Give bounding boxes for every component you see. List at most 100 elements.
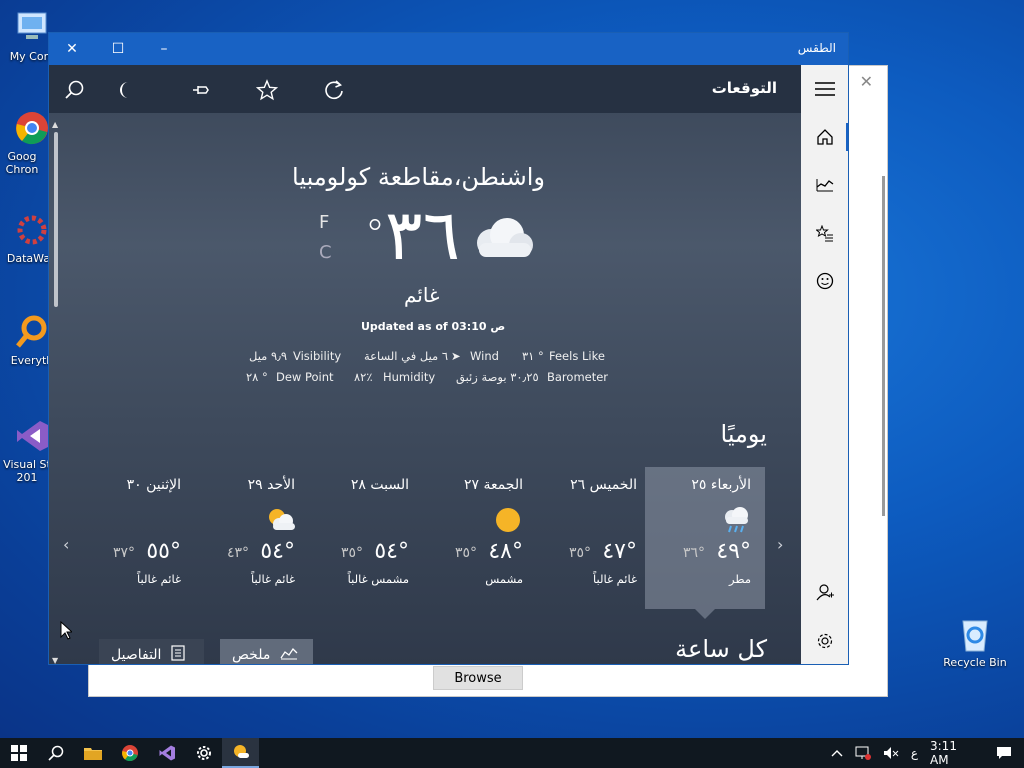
historical-chart-icon[interactable] xyxy=(813,173,837,197)
desktop-icon-label: Visual St 201 xyxy=(3,458,51,484)
day-condition: غائم غالباً xyxy=(592,572,637,586)
day-card-3[interactable]: السبت ٢٨ ٥٤° ٣٥° مشمس غالباً xyxy=(303,467,423,609)
day-name: الأحد ٢٩ xyxy=(247,477,295,493)
home-icon[interactable] xyxy=(813,125,837,149)
smiley-feedback-icon[interactable] xyxy=(813,269,837,293)
datawag-icon xyxy=(12,210,52,250)
scroll-up-arrow[interactable]: ▲ xyxy=(52,120,58,129)
taskbar-search-icon[interactable] xyxy=(37,738,74,768)
hamburger-menu-icon[interactable] xyxy=(813,77,837,101)
day-card-2[interactable]: الجمعة ٢٧ ٤٨° ٣٥° مشمس xyxy=(417,467,537,609)
dialog-scrollbar[interactable] xyxy=(882,176,885,516)
details-button[interactable]: التفاصيل xyxy=(99,639,204,664)
notifications-icon[interactable] xyxy=(984,746,1024,760)
humidity-value: ٨٢٪ xyxy=(354,370,373,384)
pin-icon[interactable] xyxy=(185,75,215,105)
current-temperature: °٣٦ xyxy=(365,197,460,273)
day-card-1[interactable]: الخميس ٢٦ ٤٧° ٣٥° غائم غالباً xyxy=(531,467,651,609)
minimize-button[interactable]: – xyxy=(141,33,187,65)
day-low: ٣٥° xyxy=(568,545,591,561)
search-icon[interactable] xyxy=(59,75,89,105)
selected-day-pointer xyxy=(695,609,715,619)
favorites-list-icon[interactable] xyxy=(813,222,837,246)
day-high: ٥٤° xyxy=(260,539,295,564)
desktop-icon-label: Recycle Bin xyxy=(943,656,1007,669)
file-explorer-icon[interactable] xyxy=(74,738,111,768)
scroll-thumb[interactable] xyxy=(54,132,58,307)
scroll-down-arrow[interactable]: ▼ xyxy=(52,656,58,664)
start-windows-icon[interactable] xyxy=(0,738,37,768)
taskbar: ع 3:11 AM xyxy=(0,738,1024,768)
visual-studio-taskbar-icon[interactable] xyxy=(148,738,185,768)
system-tray: ع 3:11 AM xyxy=(825,738,1024,768)
browse-button[interactable]: Browse xyxy=(433,666,523,690)
show-hidden-icons-chevron-icon[interactable] xyxy=(825,749,849,757)
day-name: السبت ٢٨ xyxy=(350,477,409,493)
day-high: ٤٩° xyxy=(716,539,751,564)
visibility-label: Visibility xyxy=(293,349,342,363)
dew-point-label: Dew Point xyxy=(276,370,334,384)
summary-label: ملخص xyxy=(232,647,271,663)
everything-search-icon xyxy=(12,312,52,352)
daily-heading: يوميًا xyxy=(720,420,768,448)
partly-cloudy-icon xyxy=(265,505,295,535)
weather-taskbar-icon[interactable] xyxy=(222,738,259,768)
day-condition: مطر xyxy=(729,572,751,586)
day-name: الجمعة ٢٧ xyxy=(463,477,523,493)
recycle-bin-icon xyxy=(955,614,995,654)
sun-icon xyxy=(493,505,523,535)
wind-direction-icon: ➤ xyxy=(451,349,461,363)
day-condition: غائم غالباً xyxy=(250,572,295,586)
settings-gear-icon[interactable] xyxy=(813,629,837,653)
desktop: My Com Goog Chron DataWag Everyth Visual… xyxy=(0,0,1024,738)
maximize-button[interactable]: ☐ xyxy=(95,33,141,65)
title-bar: ✕ ☐ – الطقس xyxy=(49,33,848,65)
unit-celsius[interactable]: C xyxy=(319,238,332,268)
computer-icon xyxy=(12,8,52,48)
day-high: ٤٨° xyxy=(488,539,523,564)
updated-time: Updated as of 03:10 ص xyxy=(361,320,506,333)
unit-fahrenheit[interactable]: F xyxy=(319,208,332,238)
network-icon[interactable] xyxy=(849,746,877,760)
scroll-left-arrow[interactable]: ‹ xyxy=(63,535,69,554)
chrome-taskbar-icon[interactable] xyxy=(111,738,148,768)
barometer-value: ٣٠٫٢٥ بوصة زئبق xyxy=(456,370,539,384)
day-card-0[interactable]: الأربعاء ٢٥ ٤٩° ٣٦° مطر xyxy=(645,467,765,619)
day-card-5[interactable]: الإثنين ٣٠ ٥٥° ٣٧° غائم غالباً xyxy=(75,467,195,609)
day-high: ٥٥° xyxy=(146,539,181,564)
input-language[interactable]: ع xyxy=(905,746,924,760)
daily-forecast: الأربعاء ٢٥ ٤٩° ٣٦° مطر الخميس ٢٦ ٤٧° ٣٥… xyxy=(73,467,785,619)
feels-like-value: ٣١ ° xyxy=(522,349,544,363)
moon-icon[interactable] xyxy=(115,75,145,105)
day-name: الأربعاء ٢٥ xyxy=(691,477,751,493)
favorite-star-icon[interactable] xyxy=(252,75,282,105)
barometer-label: Barometer xyxy=(547,370,609,384)
temperature-value: ٣٦ xyxy=(385,194,461,276)
cloudy-icon xyxy=(469,215,535,265)
day-high: ٤٧° xyxy=(602,539,637,564)
window-title: الطقس xyxy=(797,41,836,55)
current-condition: غائم xyxy=(404,283,440,307)
summary-button[interactable]: ملخص xyxy=(220,639,313,664)
volume-muted-icon[interactable] xyxy=(877,746,905,760)
clock[interactable]: 3:11 AM xyxy=(924,739,984,767)
desktop-icon-recycle-bin[interactable]: Recycle Bin xyxy=(940,614,1010,669)
nav-rail xyxy=(801,65,848,664)
details-list-icon xyxy=(171,645,186,664)
day-low: ٣٥° xyxy=(454,545,477,561)
close-window-button[interactable]: ✕ xyxy=(49,33,95,65)
page-title: التوقعات xyxy=(711,79,777,97)
day-condition: مشمس xyxy=(485,572,523,586)
refresh-icon[interactable] xyxy=(319,75,349,105)
close-icon[interactable]: ✕ xyxy=(860,72,873,91)
day-card-4[interactable]: الأحد ٢٩ ٥٤° ٤٣° غائم غالباً xyxy=(189,467,309,609)
settings-taskbar-icon[interactable] xyxy=(185,738,222,768)
day-name: الخميس ٢٦ xyxy=(570,477,637,493)
chart-icon xyxy=(280,646,298,664)
selected-nav-indicator xyxy=(846,123,848,151)
wind-value: ٦ ميل في الساعة xyxy=(364,349,449,363)
unit-toggle[interactable]: F C xyxy=(319,208,332,268)
day-condition: مشمس غالباً xyxy=(347,572,409,586)
add-person-icon[interactable] xyxy=(813,580,837,604)
vertical-scrollbar[interactable]: ▲ ▼ xyxy=(52,120,59,664)
